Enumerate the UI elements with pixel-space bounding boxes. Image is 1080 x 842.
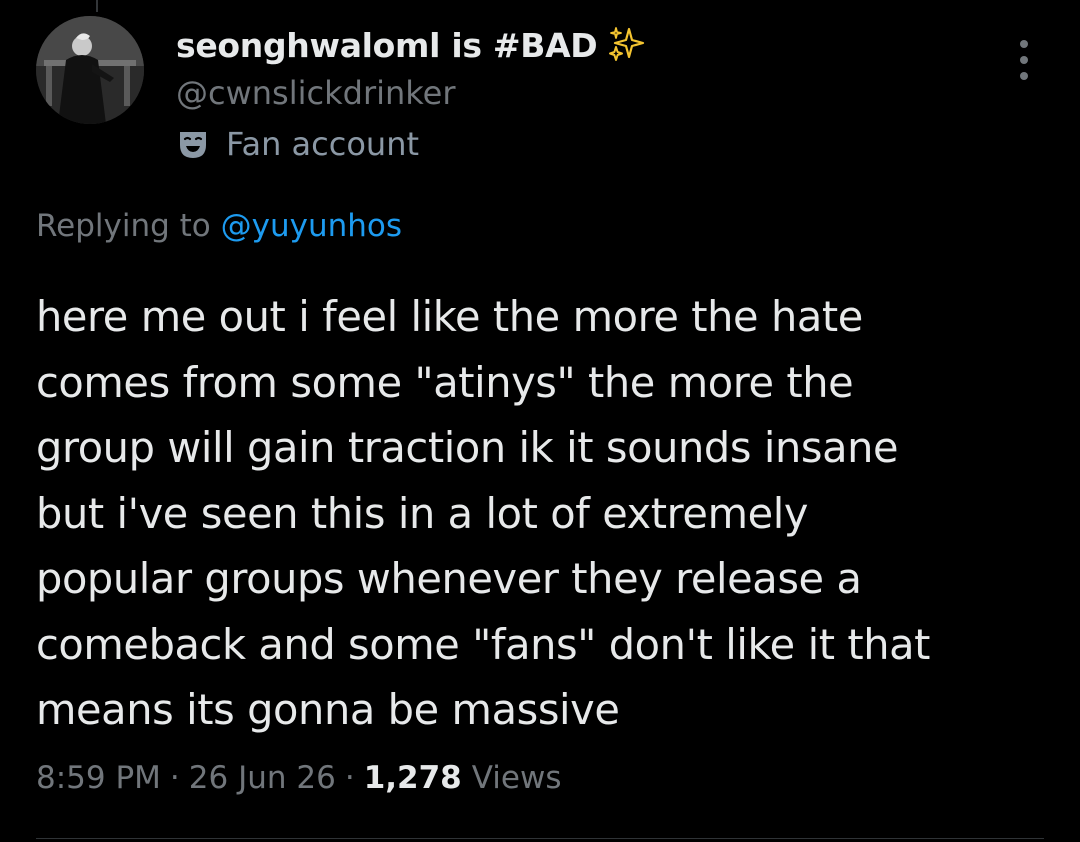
sparkles-icon xyxy=(607,25,647,65)
more-dot-icon xyxy=(1020,72,1028,80)
tweet-line: comeback and some "fans" don't like it t… xyxy=(36,619,931,669)
tweet-time[interactable]: 8:59 PM xyxy=(36,760,161,796)
tweet-text: here me out i feel like the more the hat… xyxy=(36,284,1046,743)
meta-separator: · xyxy=(169,760,180,796)
tweet-line: means its gonna be massive xyxy=(36,685,620,734)
theater-mask-icon xyxy=(176,127,210,161)
tweet-line: here me out i feel like the more the hat… xyxy=(36,292,863,341)
views-count[interactable]: 1,278 xyxy=(364,760,462,796)
divider xyxy=(36,838,1044,839)
account-label-text: Fan account xyxy=(226,125,420,163)
tweet-line: group will gain traction ik it sounds in… xyxy=(36,423,899,472)
more-dot-icon xyxy=(1020,56,1028,64)
avatar[interactable] xyxy=(36,16,144,124)
user-handle[interactable]: @cwnslickdrinker xyxy=(176,70,990,116)
more-options-button[interactable] xyxy=(1010,40,1038,80)
display-name[interactable]: seonghwaloml is #BAD xyxy=(176,26,598,65)
thread-connector-line xyxy=(96,0,98,12)
more-dot-icon xyxy=(1020,40,1028,48)
tweet-date[interactable]: 26 Jun 26 xyxy=(189,760,336,796)
user-info: seonghwaloml is #BAD @cwnslickdrinker Fa… xyxy=(176,20,990,170)
tweet-meta: 8:59 PM · 26 Jun 26 · 1,278 Views xyxy=(36,760,561,796)
views-label[interactable]: Views xyxy=(472,760,562,796)
replying-to: Replying to @yuyunhos xyxy=(36,208,402,244)
avatar-photo xyxy=(36,16,144,124)
reply-mention-link[interactable]: @yuyunhos xyxy=(221,208,402,244)
display-name-row[interactable]: seonghwaloml is #BAD xyxy=(176,20,990,70)
meta-separator: · xyxy=(344,760,355,796)
account-label: Fan account xyxy=(176,118,990,170)
tweet-line: popular groups whenever they release a xyxy=(36,554,862,603)
tweet-line: comes from some "atinys" the more the xyxy=(36,357,854,407)
replying-to-prefix: Replying to xyxy=(36,208,221,244)
tweet-line: but i've seen this in a lot of extremely xyxy=(36,488,809,538)
